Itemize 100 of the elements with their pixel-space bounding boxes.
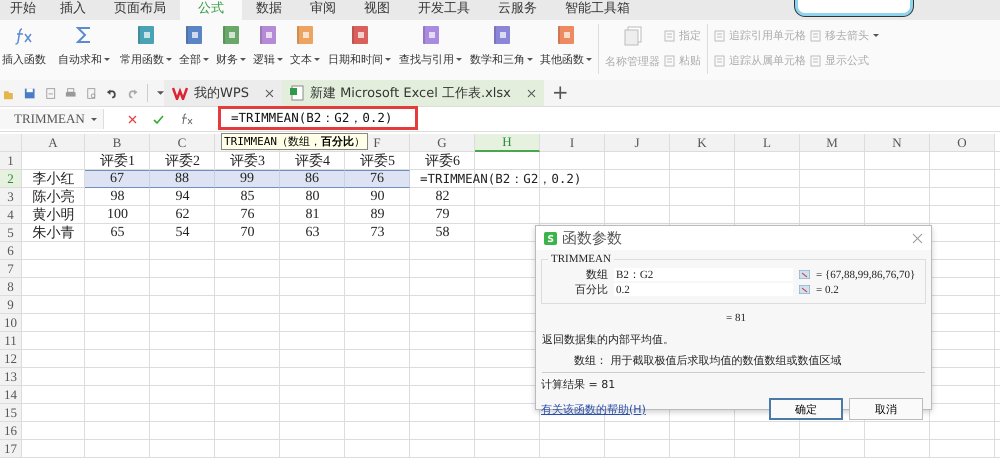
menu-tab[interactable]: 数据 — [242, 0, 296, 20]
row-header[interactable]: 1 — [0, 152, 22, 170]
dropdown-icon[interactable] — [456, 58, 462, 61]
ribbon-button[interactable]: 逻辑 — [251, 20, 285, 74]
ribbon-button[interactable]: 日期和时间 — [326, 20, 393, 74]
print-icon[interactable] — [65, 86, 77, 100]
ribbon-button[interactable]: 其他函数 — [538, 20, 594, 74]
row-header[interactable]: 4 — [0, 206, 22, 224]
menu-tab[interactable]: 开始 — [0, 0, 46, 20]
table-cell-text: 63 — [304, 224, 320, 242]
new-tab-button[interactable]: + — [544, 80, 577, 106]
column-header[interactable]: C — [150, 134, 215, 152]
dropdown-icon[interactable] — [203, 58, 209, 61]
column-header[interactable]: J — [605, 134, 670, 152]
menu-tab[interactable]: 智能工具箱 — [551, 0, 644, 20]
dropdown-icon[interactable] — [385, 58, 391, 61]
formula-result: = 81 — [726, 312, 747, 324]
row-header[interactable]: 14 — [0, 386, 22, 404]
table-cell-text: 62 — [174, 206, 190, 224]
ribbon-button[interactable]: 财务 — [214, 20, 248, 74]
menu-tab[interactable]: 审阅 — [296, 0, 350, 20]
table-cell-text: 评委3 — [229, 152, 266, 170]
book-icon — [556, 25, 576, 45]
row-header[interactable]: 13 — [0, 368, 22, 386]
column-header[interactable]: I — [540, 134, 605, 152]
dropdown-icon[interactable] — [240, 58, 246, 61]
ribbon-button[interactable]: 文本 — [288, 20, 322, 74]
column-header[interactable]: M — [800, 134, 865, 152]
row-header[interactable]: 16 — [0, 422, 22, 440]
small-tool-icon — [810, 30, 821, 42]
row-header[interactable]: 15 — [0, 404, 22, 422]
range-picker-icon[interactable] — [799, 270, 810, 279]
dropdown-icon[interactable] — [586, 58, 592, 61]
row-header[interactable]: 6 — [0, 242, 22, 260]
row-header[interactable]: 3 — [0, 188, 22, 206]
argument-label: 数组 — [585, 268, 608, 282]
column-header[interactable]: G — [410, 134, 475, 152]
ribbon-button[interactable]: 数学和三角 — [468, 20, 535, 74]
help-link[interactable]: 有关该函数的帮助(H) — [541, 402, 646, 416]
document-tab[interactable]: 新建 Microsoft Excel 工作表.xlsx — [282, 80, 544, 106]
argument-field[interactable]: B2：G2 — [614, 268, 793, 281]
small-tool-icon — [810, 54, 821, 66]
cancel-icon[interactable] — [128, 114, 137, 124]
ribbon-button[interactable]: 插入函数 — [0, 20, 48, 74]
document-tab[interactable]: 我的WPS — [164, 80, 282, 106]
menu-tab[interactable]: 视图 — [350, 0, 404, 20]
table-cell-text: 98 — [110, 188, 126, 206]
row-header[interactable]: 5 — [0, 224, 22, 242]
column-header[interactable]: L — [735, 134, 800, 152]
row-header[interactable]: 8 — [0, 278, 22, 296]
ribbon-button[interactable]: 查找与引用 — [397, 20, 464, 74]
dropdown-icon[interactable] — [527, 58, 533, 61]
dialog-title: 函数参数 — [562, 228, 622, 248]
row-header[interactable]: 11 — [0, 332, 22, 350]
row-header[interactable]: 2 — [0, 170, 22, 188]
row-header[interactable]: 17 — [0, 440, 22, 458]
check-icon[interactable] — [153, 114, 164, 124]
table-cell-text: 李小红 — [32, 170, 76, 188]
column-header[interactable]: N — [865, 134, 930, 152]
formula-field[interactable]: =TRIMMEAN(B2：G2，0.2) — [218, 106, 418, 130]
dropdown-icon[interactable] — [104, 58, 110, 61]
close-icon[interactable] — [264, 88, 274, 98]
dialog-button[interactable]: 确定 — [769, 398, 843, 420]
preview-icon[interactable] — [86, 86, 98, 100]
column-header[interactable]: H — [475, 134, 540, 152]
row-header[interactable]: 9 — [0, 296, 22, 314]
menu-tab[interactable]: 页面布局 — [100, 0, 180, 20]
row-header[interactable]: 7 — [0, 260, 22, 278]
dropdown-icon[interactable] — [277, 58, 283, 61]
save-icon[interactable] — [24, 86, 36, 100]
table-cell-text: 评委4 — [294, 152, 331, 170]
close-icon[interactable] — [912, 232, 923, 244]
column-header[interactable]: O — [930, 134, 995, 152]
table-cell-text: 70 — [240, 224, 256, 242]
dialog-button[interactable]: 取消 — [849, 398, 923, 420]
function-icon[interactable] — [180, 112, 194, 126]
small-tool-icon — [714, 30, 725, 42]
menu-tab[interactable]: 公式 — [180, 0, 242, 20]
table-cell-text: 90 — [370, 188, 386, 206]
ribbon-button[interactable]: 自动求和 — [56, 20, 112, 74]
row-header[interactable]: 10 — [0, 314, 22, 332]
ribbon-button[interactable]: 全部 — [177, 20, 211, 74]
menu-tab[interactable]: 云服务 — [484, 0, 551, 20]
document-icon — [622, 25, 642, 47]
column-header[interactable]: A — [22, 134, 85, 152]
name-box[interactable]: TRIMMEAN — [0, 109, 104, 129]
column-header[interactable]: K — [670, 134, 735, 152]
menu-tab[interactable]: 开发工具 — [404, 0, 484, 20]
close-icon[interactable] — [526, 88, 536, 98]
dropdown-icon[interactable] — [156, 91, 164, 95]
argument-field[interactable]: 0.2 — [614, 283, 793, 296]
ribbon-button[interactable]: 常用函数 — [118, 20, 174, 74]
undo-icon[interactable] — [106, 86, 118, 100]
column-header[interactable]: B — [85, 134, 150, 152]
dropdown-icon[interactable] — [314, 58, 320, 61]
menu-tab[interactable]: 插入 — [46, 0, 100, 20]
dropdown-icon[interactable] — [166, 58, 172, 61]
row-header[interactable]: 12 — [0, 350, 22, 368]
export-icon[interactable] — [44, 86, 56, 100]
range-picker-icon[interactable] — [799, 285, 810, 294]
